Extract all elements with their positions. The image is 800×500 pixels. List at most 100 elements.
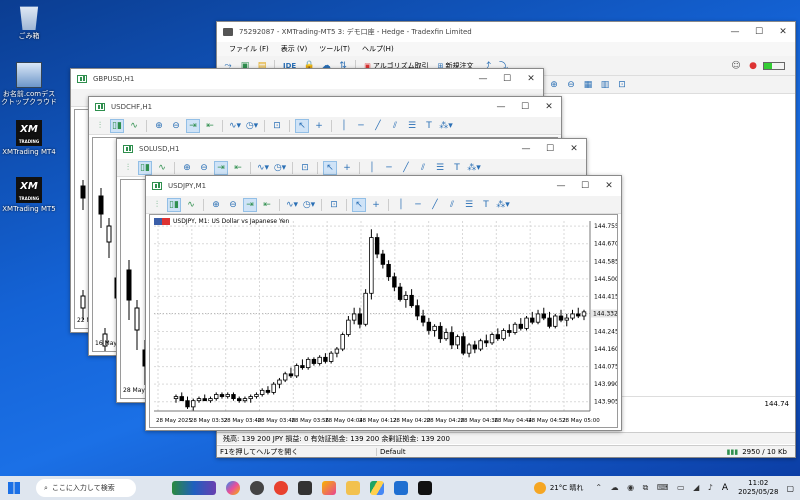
horizontal-line-icon[interactable]: ─ [382,161,396,175]
shapes-icon[interactable]: ⁂▾ [439,119,453,133]
zoom-out-icon[interactable]: ⊖ [564,78,578,92]
crosshair-icon[interactable]: + [312,119,326,133]
zoom-in-icon[interactable]: ⊕ [152,119,166,133]
text-icon[interactable]: T [422,119,436,133]
chart-type-bars-icon[interactable]: ⫶ [121,161,135,175]
channel-icon[interactable]: ⫽ [388,119,402,133]
autoscroll-icon[interactable]: ⇥ [243,197,257,212]
zoom-in-icon[interactable]: ⊕ [209,198,223,212]
cursor-icon[interactable]: ↖ [323,160,337,175]
minimize-button[interactable]: — [489,97,513,117]
zoom-out-icon[interactable]: ⊖ [197,161,211,175]
tray-icons[interactable]: ⌃ ☁ ◉ ⧉ ⌨ ▭ ◢ ♪ [595,483,716,493]
chart-shift-icon[interactable]: ⇤ [231,161,245,175]
desktop-icon-mt5[interactable]: XM TRADING XMTrading MT5 [1,177,57,213]
paint-icon[interactable] [322,481,336,495]
minimize-button[interactable]: — [514,139,538,159]
sticky-notes-icon[interactable] [298,481,312,495]
menu-view[interactable]: 表示 (V) [275,44,313,54]
crosshair-icon[interactable]: + [340,161,354,175]
text-icon[interactable]: T [450,161,464,175]
chart-type-bars-icon[interactable]: ⫶ [150,198,164,212]
chart-type-line-icon[interactable]: ∿ [184,198,198,212]
autoscroll-icon[interactable]: ⇥ [214,160,228,175]
screenshot-icon[interactable]: ⊡ [298,161,312,175]
zoom-in-icon[interactable]: ⊕ [547,78,561,92]
period-icon[interactable]: ◷▾ [302,198,316,212]
shapes-icon[interactable]: ⁂▾ [467,161,481,175]
tile-icon[interactable]: ▦ [581,78,595,92]
grid-icon[interactable]: ▥ [598,78,612,92]
vivaldi-icon[interactable] [274,481,288,495]
close-button[interactable]: ✕ [771,22,795,42]
vertical-line-icon[interactable]: │ [394,198,408,212]
chart-type-bars-icon[interactable]: ⫶ [93,119,107,133]
minimize-button[interactable]: — [723,22,747,42]
ime-indicator[interactable]: A [722,483,728,493]
close-button[interactable]: ✕ [537,97,561,117]
fibonacci-icon[interactable]: ☰ [462,198,476,212]
desktop-icon-recycle-bin[interactable]: ごみ箱 [1,4,57,40]
notification-icon[interactable]: ▢ [786,484,794,493]
chart-type-candles-icon[interactable]: ▯▮ [167,197,181,212]
chart-type-line-icon[interactable]: ∿ [155,161,169,175]
menu-file[interactable]: ファイル (F) [223,44,275,54]
screenshot-icon[interactable]: ⊡ [270,119,284,133]
fibonacci-icon[interactable]: ☰ [405,119,419,133]
shapes-icon[interactable]: ⁂▾ [496,198,510,212]
trend-line-icon[interactable]: ╱ [371,119,385,133]
maximize-button[interactable]: ☐ [513,97,537,117]
chart-type-candles-icon[interactable]: ▯▮ [110,118,124,133]
text-icon[interactable]: T [479,198,493,212]
search-box[interactable]: ⌕ ここに入力して検索 [36,479,136,497]
zoom-out-icon[interactable]: ⊖ [226,198,240,212]
crosshair-icon[interactable]: + [369,198,383,212]
account-icon[interactable]: ☺ [729,59,743,73]
channel-icon[interactable]: ⫽ [445,198,459,212]
indicators-icon[interactable]: ∿▾ [228,119,242,133]
close-button[interactable]: ✕ [519,69,543,89]
screenshot-icon[interactable]: ⊡ [615,78,629,92]
clock[interactable]: 11:02 2025/05/28 [738,479,778,497]
settings-icon[interactable] [250,481,264,495]
chart-type-line-icon[interactable]: ∿ [127,119,141,133]
chart-type-candles-icon[interactable]: ▯▮ [138,160,152,175]
mail-icon[interactable] [394,481,408,495]
minimize-button[interactable]: — [471,69,495,89]
horizontal-line-icon[interactable]: ─ [354,119,368,133]
vertical-line-icon[interactable]: │ [337,119,351,133]
desktop-icon-mt4[interactable]: XM TRADING XMTrading MT4 [1,120,57,156]
mt5-taskbar-icon[interactable] [418,481,432,495]
period-icon[interactable]: ◷▾ [273,161,287,175]
usdjpy-chart-area[interactable]: 144.755 144.670 144.585 144.500 144.415 144.3… [149,214,618,428]
chart-shift-icon[interactable]: ⇤ [260,198,274,212]
copilot-icon[interactable] [226,481,240,495]
start-button[interactable] [8,482,20,494]
close-button[interactable]: ✕ [562,139,586,159]
close-button[interactable]: ✕ [597,176,621,196]
menu-help[interactable]: ヘルプ(H) [356,44,400,54]
autoscroll-icon[interactable]: ⇥ [186,118,200,133]
menu-tools[interactable]: ツール(T) [313,44,356,54]
google-drive-icon[interactable] [370,481,384,495]
screenshot-icon[interactable]: ⊡ [327,198,341,212]
desktop-icon-onamae-cloud[interactable]: お名前.comデスクトップクラウド [1,62,57,106]
indicators-icon[interactable]: ∿▾ [285,198,299,212]
trend-line-icon[interactable]: ╱ [399,161,413,175]
vertical-line-icon[interactable]: │ [365,161,379,175]
maximize-button[interactable]: ☐ [538,139,562,159]
trend-line-icon[interactable]: ╱ [428,198,442,212]
notifications-icon[interactable]: ● [746,59,760,73]
maximize-button[interactable]: ☐ [573,176,597,196]
cursor-icon[interactable]: ↖ [352,197,366,212]
zoom-in-icon[interactable]: ⊕ [180,161,194,175]
indicators-icon[interactable]: ∿▾ [256,161,270,175]
search-highlight-icon[interactable] [172,481,216,495]
file-explorer-icon[interactable] [346,481,360,495]
chart-window-usdjpy[interactable]: USDJPY,M1 — ☐ ✕ ⫶ ▯▮ ∿ ⊕ ⊖ ⇥ ⇤ ∿▾ ◷▾ ⊡ ↖… [145,175,622,431]
channel-icon[interactable]: ⫽ [416,161,430,175]
minimize-button[interactable]: — [549,176,573,196]
maximize-button[interactable]: ☐ [495,69,519,89]
period-icon[interactable]: ◷▾ [245,119,259,133]
zoom-out-icon[interactable]: ⊖ [169,119,183,133]
